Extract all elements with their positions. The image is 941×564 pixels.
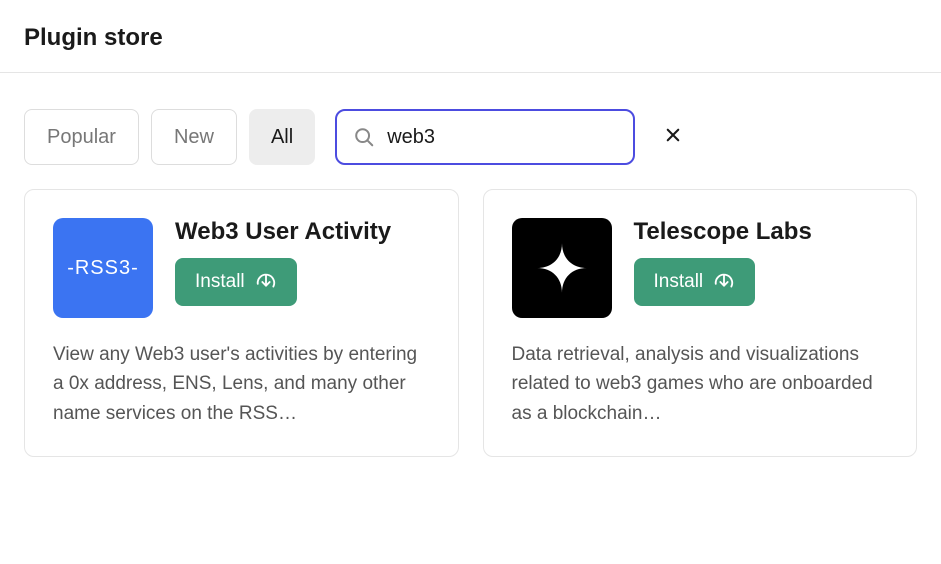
plugin-description: Data retrieval, analysis and visualizati… — [512, 340, 889, 428]
plugin-description: View any Web3 user's activities by enter… — [53, 340, 430, 428]
install-button[interactable]: Install — [175, 258, 297, 306]
install-label: Install — [195, 271, 245, 293]
page-title: Plugin store — [24, 24, 917, 52]
plugin-card: -RSS3- Web3 User Activity Install View a… — [24, 189, 459, 457]
download-icon — [713, 271, 735, 293]
plugin-cards: -RSS3- Web3 User Activity Install View a… — [0, 189, 941, 457]
filter-new[interactable]: New — [151, 109, 237, 165]
plugin-title: Web3 User Activity — [175, 218, 391, 246]
search-field[interactable] — [335, 109, 635, 165]
search-icon — [353, 126, 375, 148]
sparkle-icon — [531, 237, 593, 299]
controls-bar: Popular New All — [0, 73, 941, 189]
filter-popular[interactable]: Popular — [24, 109, 139, 165]
plugin-card: Telescope Labs Install Data retrieval, a… — [483, 189, 918, 457]
install-button[interactable]: Install — [634, 258, 756, 306]
clear-icon[interactable] — [664, 126, 682, 149]
plugin-logo-text: -RSS3- — [67, 257, 139, 280]
search-input[interactable] — [387, 126, 652, 149]
filter-all[interactable]: All — [249, 109, 315, 165]
install-label: Install — [654, 271, 704, 293]
plugin-title: Telescope Labs — [634, 218, 812, 246]
download-icon — [255, 271, 277, 293]
plugin-logo-telescope — [512, 218, 612, 318]
plugin-logo-rss3: -RSS3- — [53, 218, 153, 318]
